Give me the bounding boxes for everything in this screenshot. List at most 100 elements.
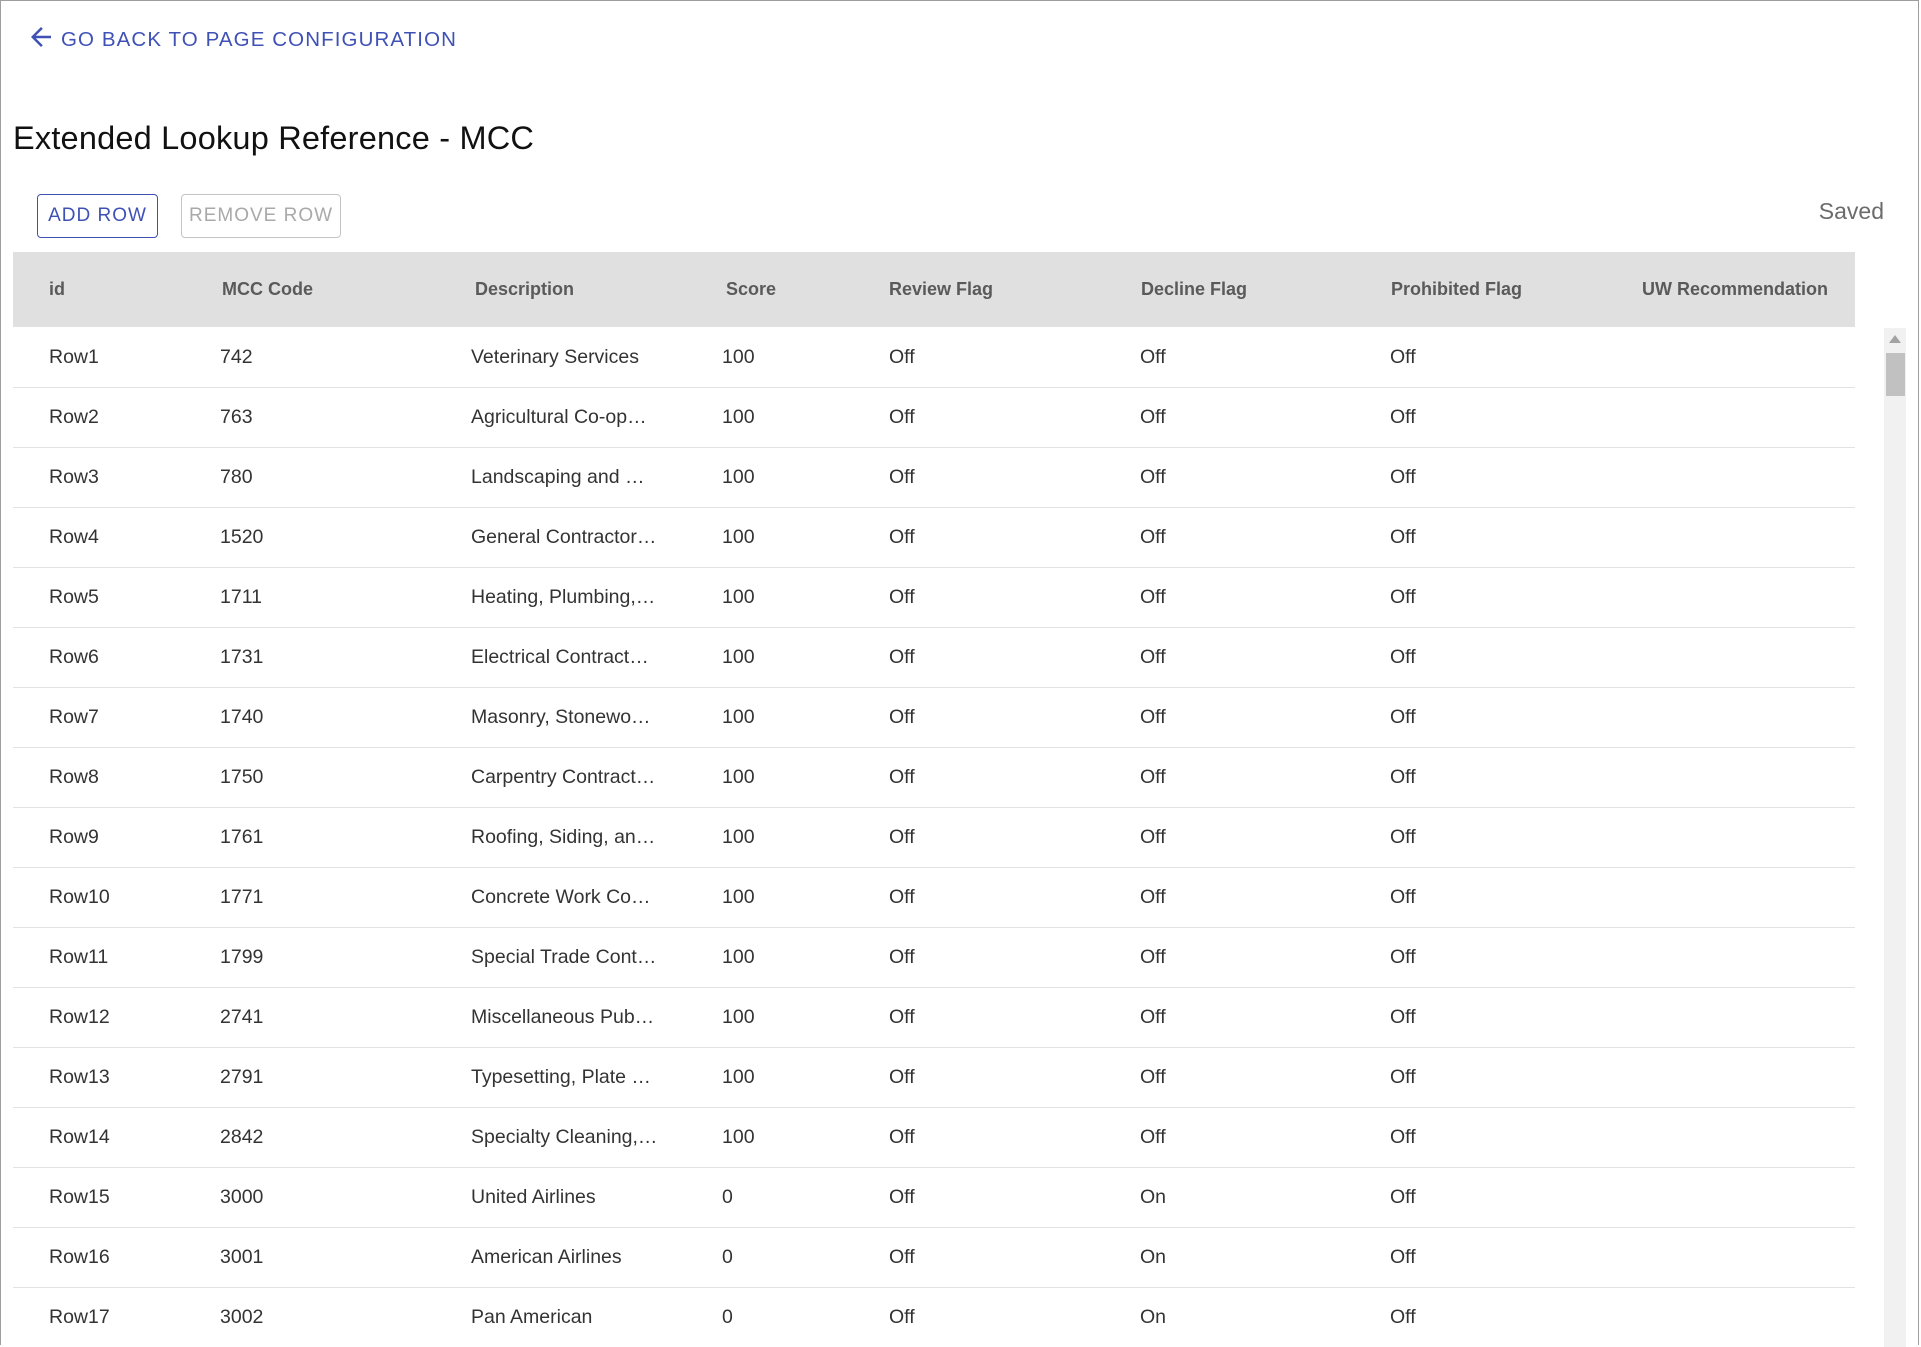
cell-score[interactable]: 100	[722, 868, 755, 927]
cell-review-flag[interactable]: Off	[889, 628, 915, 687]
cell-decline-flag[interactable]: Off	[1140, 1108, 1166, 1167]
cell-prohibited-flag[interactable]: Off	[1390, 388, 1416, 447]
table-row[interactable]: Row17 3002 Pan American 0 Off On Off	[13, 1288, 1855, 1347]
cell-decline-flag[interactable]: Off	[1140, 328, 1166, 387]
cell-score[interactable]: 0	[722, 1168, 733, 1227]
cell-mcc-code[interactable]: 1799	[220, 928, 263, 987]
cell-mcc-code[interactable]: 1750	[220, 748, 263, 807]
cell-mcc-code[interactable]: 3002	[220, 1288, 263, 1347]
cell-score[interactable]: 100	[722, 688, 755, 747]
cell-mcc-code[interactable]: 2842	[220, 1108, 263, 1167]
cell-id[interactable]: Row13	[49, 1048, 110, 1107]
cell-description[interactable]: Landscaping and …	[471, 448, 644, 507]
cell-score[interactable]: 100	[722, 988, 755, 1047]
column-header-score[interactable]: Score	[726, 252, 776, 327]
vertical-scrollbar[interactable]	[1884, 328, 1906, 1347]
cell-prohibited-flag[interactable]: Off	[1390, 988, 1416, 1047]
table-row[interactable]: Row10 1771 Concrete Work Co… 100 Off Off…	[13, 868, 1855, 928]
cell-score[interactable]: 100	[722, 748, 755, 807]
cell-prohibited-flag[interactable]: Off	[1390, 1228, 1416, 1287]
table-row[interactable]: Row9 1761 Roofing, Siding, an… 100 Off O…	[13, 808, 1855, 868]
cell-review-flag[interactable]: Off	[889, 1288, 915, 1347]
cell-decline-flag[interactable]: Off	[1140, 868, 1166, 927]
cell-description[interactable]: Miscellaneous Pub…	[471, 988, 654, 1047]
cell-prohibited-flag[interactable]: Off	[1390, 448, 1416, 507]
cell-review-flag[interactable]: Off	[889, 568, 915, 627]
cell-review-flag[interactable]: Off	[889, 688, 915, 747]
cell-id[interactable]: Row6	[49, 628, 99, 687]
table-row[interactable]: Row7 1740 Masonry, Stonewo… 100 Off Off …	[13, 688, 1855, 748]
table-row[interactable]: Row16 3001 American Airlines 0 Off On Of…	[13, 1228, 1855, 1288]
cell-description[interactable]: Concrete Work Co…	[471, 868, 651, 927]
cell-score[interactable]: 100	[722, 388, 755, 447]
column-header-prohibited-flag[interactable]: Prohibited Flag	[1391, 252, 1522, 327]
cell-prohibited-flag[interactable]: Off	[1390, 568, 1416, 627]
cell-score[interactable]: 100	[722, 508, 755, 567]
cell-id[interactable]: Row12	[49, 988, 110, 1047]
back-to-page-configuration-link[interactable]: GO BACK TO PAGE CONFIGURATION	[26, 22, 457, 58]
cell-mcc-code[interactable]: 780	[220, 448, 253, 507]
cell-mcc-code[interactable]: 1711	[220, 568, 262, 627]
cell-description[interactable]: United Airlines	[471, 1168, 596, 1227]
cell-id[interactable]: Row2	[49, 388, 99, 447]
cell-id[interactable]: Row10	[49, 868, 110, 927]
cell-mcc-code[interactable]: 763	[220, 388, 253, 447]
cell-review-flag[interactable]: Off	[889, 1228, 915, 1287]
cell-prohibited-flag[interactable]: Off	[1390, 328, 1416, 387]
remove-row-button[interactable]: REMOVE ROW	[181, 194, 341, 238]
cell-decline-flag[interactable]: Off	[1140, 808, 1166, 867]
cell-description[interactable]: Specialty Cleaning,…	[471, 1108, 657, 1167]
cell-description[interactable]: American Airlines	[471, 1228, 622, 1287]
cell-description[interactable]: Pan American	[471, 1288, 592, 1347]
cell-description[interactable]: Roofing, Siding, an…	[471, 808, 655, 867]
cell-review-flag[interactable]: Off	[889, 388, 915, 447]
cell-decline-flag[interactable]: Off	[1140, 748, 1166, 807]
table-row[interactable]: Row14 2842 Specialty Cleaning,… 100 Off …	[13, 1108, 1855, 1168]
cell-decline-flag[interactable]: Off	[1140, 988, 1166, 1047]
cell-review-flag[interactable]: Off	[889, 928, 915, 987]
cell-id[interactable]: Row3	[49, 448, 99, 507]
cell-description[interactable]: General Contractor…	[471, 508, 656, 567]
cell-decline-flag[interactable]: On	[1140, 1288, 1166, 1347]
cell-decline-flag[interactable]: Off	[1140, 628, 1166, 687]
column-header-uw-recommendation[interactable]: UW Recommendation	[1642, 252, 1828, 327]
table-row[interactable]: Row6 1731 Electrical Contract… 100 Off O…	[13, 628, 1855, 688]
cell-prohibited-flag[interactable]: Off	[1390, 928, 1416, 987]
cell-review-flag[interactable]: Off	[889, 1048, 915, 1107]
cell-review-flag[interactable]: Off	[889, 1168, 915, 1227]
cell-review-flag[interactable]: Off	[889, 748, 915, 807]
table-row[interactable]: Row11 1799 Special Trade Cont… 100 Off O…	[13, 928, 1855, 988]
cell-score[interactable]: 100	[722, 928, 755, 987]
cell-review-flag[interactable]: Off	[889, 448, 915, 507]
cell-prohibited-flag[interactable]: Off	[1390, 1168, 1416, 1227]
cell-mcc-code[interactable]: 1520	[220, 508, 263, 567]
column-header-decline-flag[interactable]: Decline Flag	[1141, 252, 1247, 327]
cell-description[interactable]: Masonry, Stonewo…	[471, 688, 651, 747]
cell-id[interactable]: Row17	[49, 1288, 110, 1347]
table-row[interactable]: Row5 1711 Heating, Plumbing,… 100 Off Of…	[13, 568, 1855, 628]
cell-review-flag[interactable]: Off	[889, 868, 915, 927]
cell-decline-flag[interactable]: On	[1140, 1228, 1166, 1287]
cell-score[interactable]: 100	[722, 808, 755, 867]
cell-review-flag[interactable]: Off	[889, 808, 915, 867]
table-row[interactable]: Row1 742 Veterinary Services 100 Off Off…	[13, 328, 1855, 388]
cell-mcc-code[interactable]: 1740	[220, 688, 263, 747]
cell-score[interactable]: 0	[722, 1228, 733, 1287]
cell-id[interactable]: Row9	[49, 808, 99, 867]
cell-decline-flag[interactable]: On	[1140, 1168, 1166, 1227]
table-row[interactable]: Row8 1750 Carpentry Contract… 100 Off Of…	[13, 748, 1855, 808]
cell-id[interactable]: Row7	[49, 688, 99, 747]
cell-id[interactable]: Row1	[49, 328, 99, 387]
cell-mcc-code[interactable]: 2741	[220, 988, 263, 1047]
scrollbar-thumb[interactable]	[1886, 353, 1905, 396]
cell-review-flag[interactable]: Off	[889, 988, 915, 1047]
cell-mcc-code[interactable]: 742	[220, 328, 253, 387]
cell-prohibited-flag[interactable]: Off	[1390, 1288, 1416, 1347]
cell-mcc-code[interactable]: 1771	[220, 868, 263, 927]
table-row[interactable]: Row12 2741 Miscellaneous Pub… 100 Off Of…	[13, 988, 1855, 1048]
cell-prohibited-flag[interactable]: Off	[1390, 808, 1416, 867]
table-row[interactable]: Row4 1520 General Contractor… 100 Off Of…	[13, 508, 1855, 568]
table-row[interactable]: Row2 763 Agricultural Co-op… 100 Off Off…	[13, 388, 1855, 448]
column-header-description[interactable]: Description	[475, 252, 574, 327]
cell-id[interactable]: Row14	[49, 1108, 110, 1167]
